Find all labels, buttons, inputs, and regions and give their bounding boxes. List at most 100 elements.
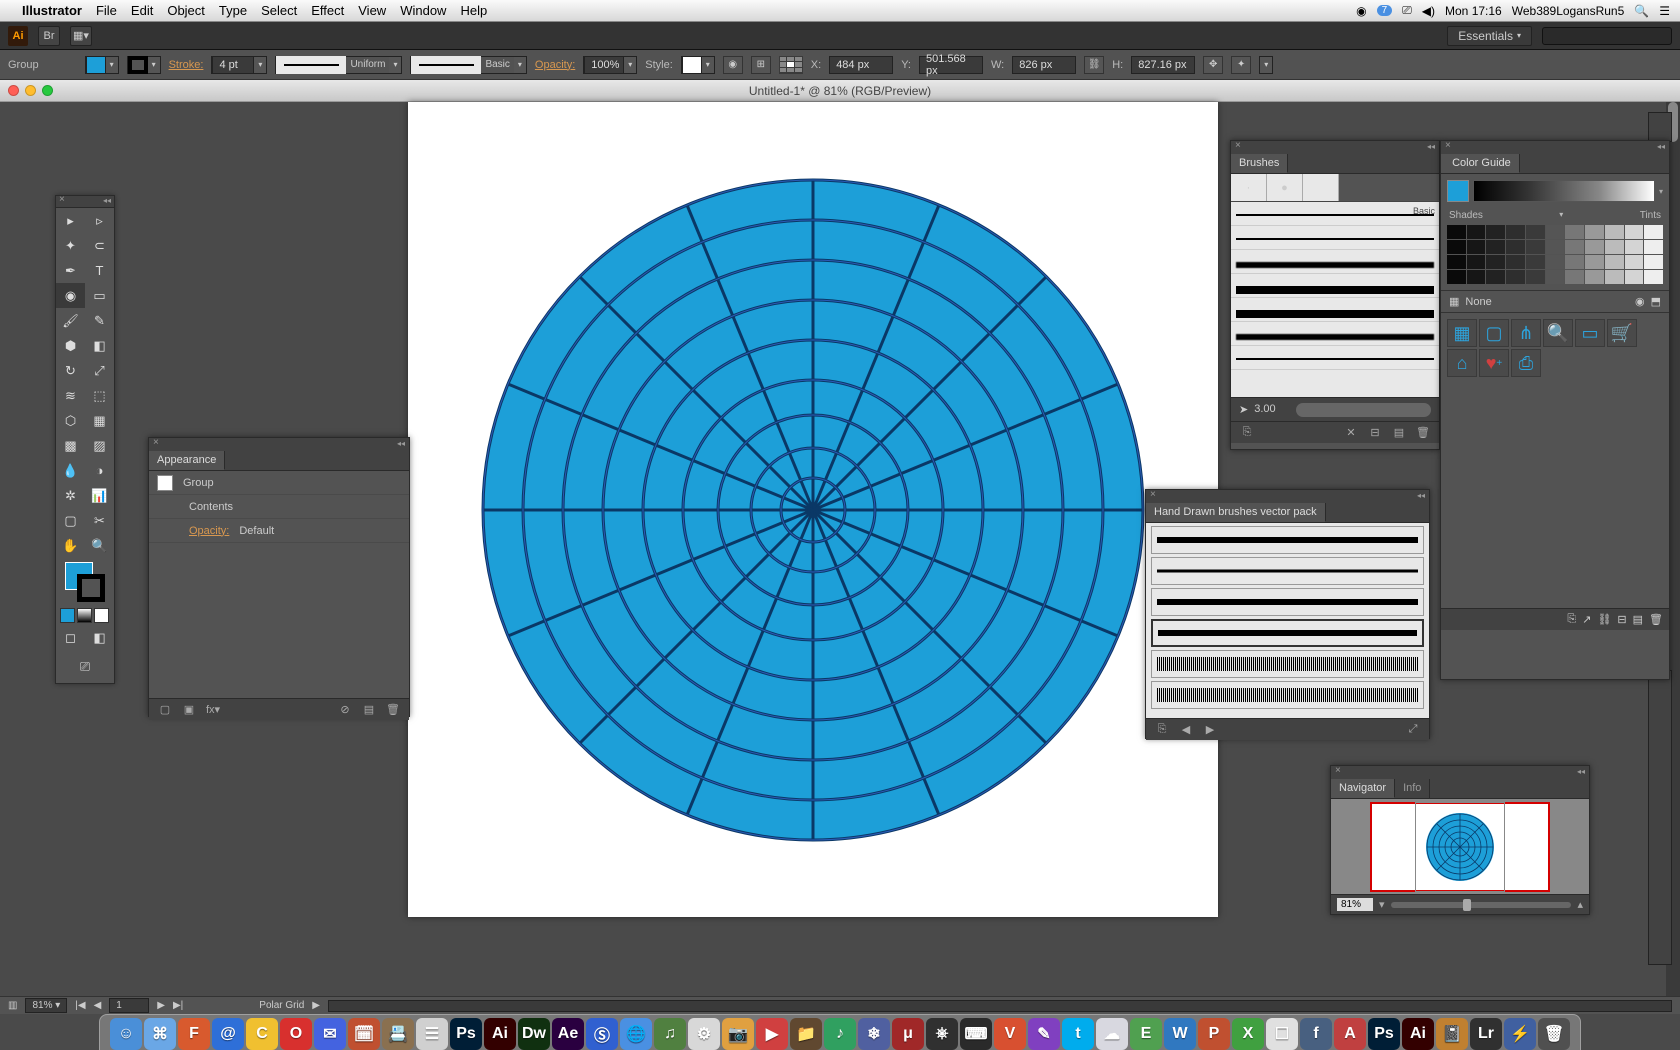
zoom-out-button[interactable]: ▾ [1379, 898, 1385, 911]
dock-app-icon[interactable]: Ⓢ [586, 1018, 618, 1050]
hand-tool[interactable]: ✋ [56, 533, 85, 558]
dock-app-icon[interactable]: 🌐 [620, 1018, 652, 1050]
symbol-frame-icon[interactable]: ▢ [1479, 319, 1509, 347]
color-cell[interactable] [1565, 255, 1584, 269]
brush-item-selected[interactable] [1151, 619, 1424, 647]
fill-swatch[interactable]: ▾ [85, 56, 119, 74]
screen-mode-button[interactable]: ⎚ [73, 654, 97, 679]
brush-item[interactable] [1231, 322, 1439, 346]
menu-edit[interactable]: Edit [131, 3, 153, 18]
symbol-calendar-icon[interactable]: ▦ [1447, 319, 1477, 347]
dock-app-icon[interactable]: ⌘ [144, 1018, 176, 1050]
color-cell[interactable] [1526, 240, 1545, 254]
free-transform-tool[interactable]: ⬚ [85, 383, 114, 408]
status-dropdown[interactable]: ▶ [312, 1000, 320, 1011]
dock-app-icon[interactable]: 📷 [722, 1018, 754, 1050]
dock-app-icon[interactable]: O [280, 1018, 312, 1050]
arrange-docs-button[interactable]: ▦▾ [70, 26, 92, 46]
dock-app-icon[interactable]: Ae [552, 1018, 584, 1050]
horizontal-scrollbar[interactable] [328, 1000, 1672, 1012]
search-field[interactable] [1542, 27, 1672, 45]
dock-app-icon[interactable]: V [994, 1018, 1026, 1050]
symbol-card-icon[interactable]: ▭ [1575, 319, 1605, 347]
color-cell[interactable] [1546, 270, 1565, 284]
color-guide-header[interactable] [1441, 141, 1669, 154]
color-cell[interactable] [1644, 225, 1663, 239]
stroke-label[interactable]: Stroke: [169, 59, 204, 71]
brushes-panel-header[interactable] [1231, 141, 1439, 154]
cc-notification-badge[interactable]: 7 [1377, 5, 1393, 16]
shade-tint-dropdown[interactable]: ▾ [1559, 210, 1563, 221]
color-cell[interactable] [1447, 240, 1466, 254]
polar-grid-artwork[interactable] [478, 175, 1148, 845]
dock-app-icon[interactable]: 📁 [790, 1018, 822, 1050]
tools-panel-header[interactable] [56, 196, 114, 208]
delete-symbol-button[interactable]: 🗑 [1649, 613, 1663, 626]
color-cell[interactable] [1486, 255, 1505, 269]
color-cell[interactable] [1585, 255, 1604, 269]
spotlight-icon[interactable]: 🔍 [1634, 4, 1649, 18]
color-cell[interactable] [1585, 240, 1604, 254]
brush-item[interactable] [1231, 226, 1439, 250]
brush-item[interactable] [1151, 557, 1424, 585]
brush-item[interactable] [1231, 274, 1439, 298]
draw-mode-behind[interactable]: ◧ [85, 625, 114, 650]
dock-app-icon[interactable]: Ps [1368, 1018, 1400, 1050]
appearance-opacity-row[interactable]: Opacity:Default [149, 519, 409, 543]
blend-tool[interactable]: ◑ [85, 458, 114, 483]
color-mode-none[interactable] [94, 608, 109, 623]
stroke-swatch[interactable]: ▾ [127, 56, 161, 74]
direct-selection-tool[interactable]: ▹ [85, 208, 114, 233]
brush-swatch-1[interactable]: · [1231, 174, 1267, 201]
selection-tool[interactable]: ▸ [56, 208, 85, 233]
brush-item[interactable] [1151, 526, 1424, 554]
dock-app-icon[interactable]: Ai [1402, 1018, 1434, 1050]
dock-app-icon[interactable]: ▶ [756, 1018, 788, 1050]
menu-help[interactable]: Help [460, 3, 487, 18]
dock-app-icon[interactable]: ⚙ [688, 1018, 720, 1050]
hand-drawn-tab[interactable]: Hand Drawn brushes vector pack [1146, 503, 1326, 522]
clear-button[interactable]: ⊘ [335, 702, 355, 718]
brush-item[interactable] [1231, 298, 1439, 322]
dock-app-icon[interactable]: 🗑 [1538, 1018, 1570, 1050]
display-icon[interactable]: ⎚ [1402, 3, 1412, 18]
dock-app-icon[interactable]: ☰ [416, 1018, 448, 1050]
eyedropper-tool[interactable]: 💧 [56, 458, 85, 483]
dock-app-icon[interactable]: P [1198, 1018, 1230, 1050]
dock-app-icon[interactable]: ♫ [654, 1018, 686, 1050]
navigator-zoom-field[interactable]: 81% [1337, 898, 1373, 911]
last-artboard-button[interactable]: ▶| [173, 1000, 183, 1011]
workspace-switcher[interactable]: Essentials▾ [1447, 26, 1532, 46]
harmony-dropdown-icon[interactable]: ▾ [1659, 187, 1663, 196]
duplicate-button[interactable]: ▤ [359, 702, 379, 718]
color-cell[interactable] [1486, 240, 1505, 254]
menu-view[interactable]: View [358, 3, 386, 18]
dock-app-icon[interactable]: Lr [1470, 1018, 1502, 1050]
dock-app-icon[interactable]: Dw [518, 1018, 550, 1050]
color-cell[interactable] [1565, 240, 1584, 254]
menu-file[interactable]: File [96, 3, 117, 18]
brush-item[interactable] [1151, 588, 1424, 616]
color-cell[interactable] [1467, 255, 1486, 269]
user-name[interactable]: Web389LogansRun5 [1512, 4, 1625, 18]
new-symbol-button[interactable]: ▤ [1633, 613, 1643, 626]
brush-list[interactable]: Basic [1231, 202, 1439, 397]
color-cell[interactable] [1644, 270, 1663, 284]
appearance-panel-header[interactable] [149, 438, 409, 451]
new-stroke-button[interactable]: ▢ [155, 702, 175, 718]
close-window-button[interactable] [8, 85, 19, 96]
gradient-tool[interactable]: ▨ [85, 433, 114, 458]
blob-brush-tool[interactable]: ⬢ [56, 333, 85, 358]
dock-app-icon[interactable]: 📓 [1436, 1018, 1468, 1050]
first-artboard-button[interactable]: |◀ [75, 1000, 85, 1011]
add-effect-button[interactable]: fx▾ [203, 702, 223, 718]
perspective-grid-tool[interactable]: ▦ [85, 408, 114, 433]
navigator-tab[interactable]: Navigator [1331, 779, 1395, 798]
artboard[interactable] [408, 102, 1218, 917]
menu-select[interactable]: Select [261, 3, 297, 18]
prev-library-button[interactable]: ◀ [1176, 722, 1196, 738]
bridge-button[interactable]: Br [38, 26, 60, 46]
dock-app-icon[interactable]: ✎ [1028, 1018, 1060, 1050]
brush-item[interactable] [1231, 346, 1439, 370]
shape-builder-tool[interactable]: ⬡ [56, 408, 85, 433]
